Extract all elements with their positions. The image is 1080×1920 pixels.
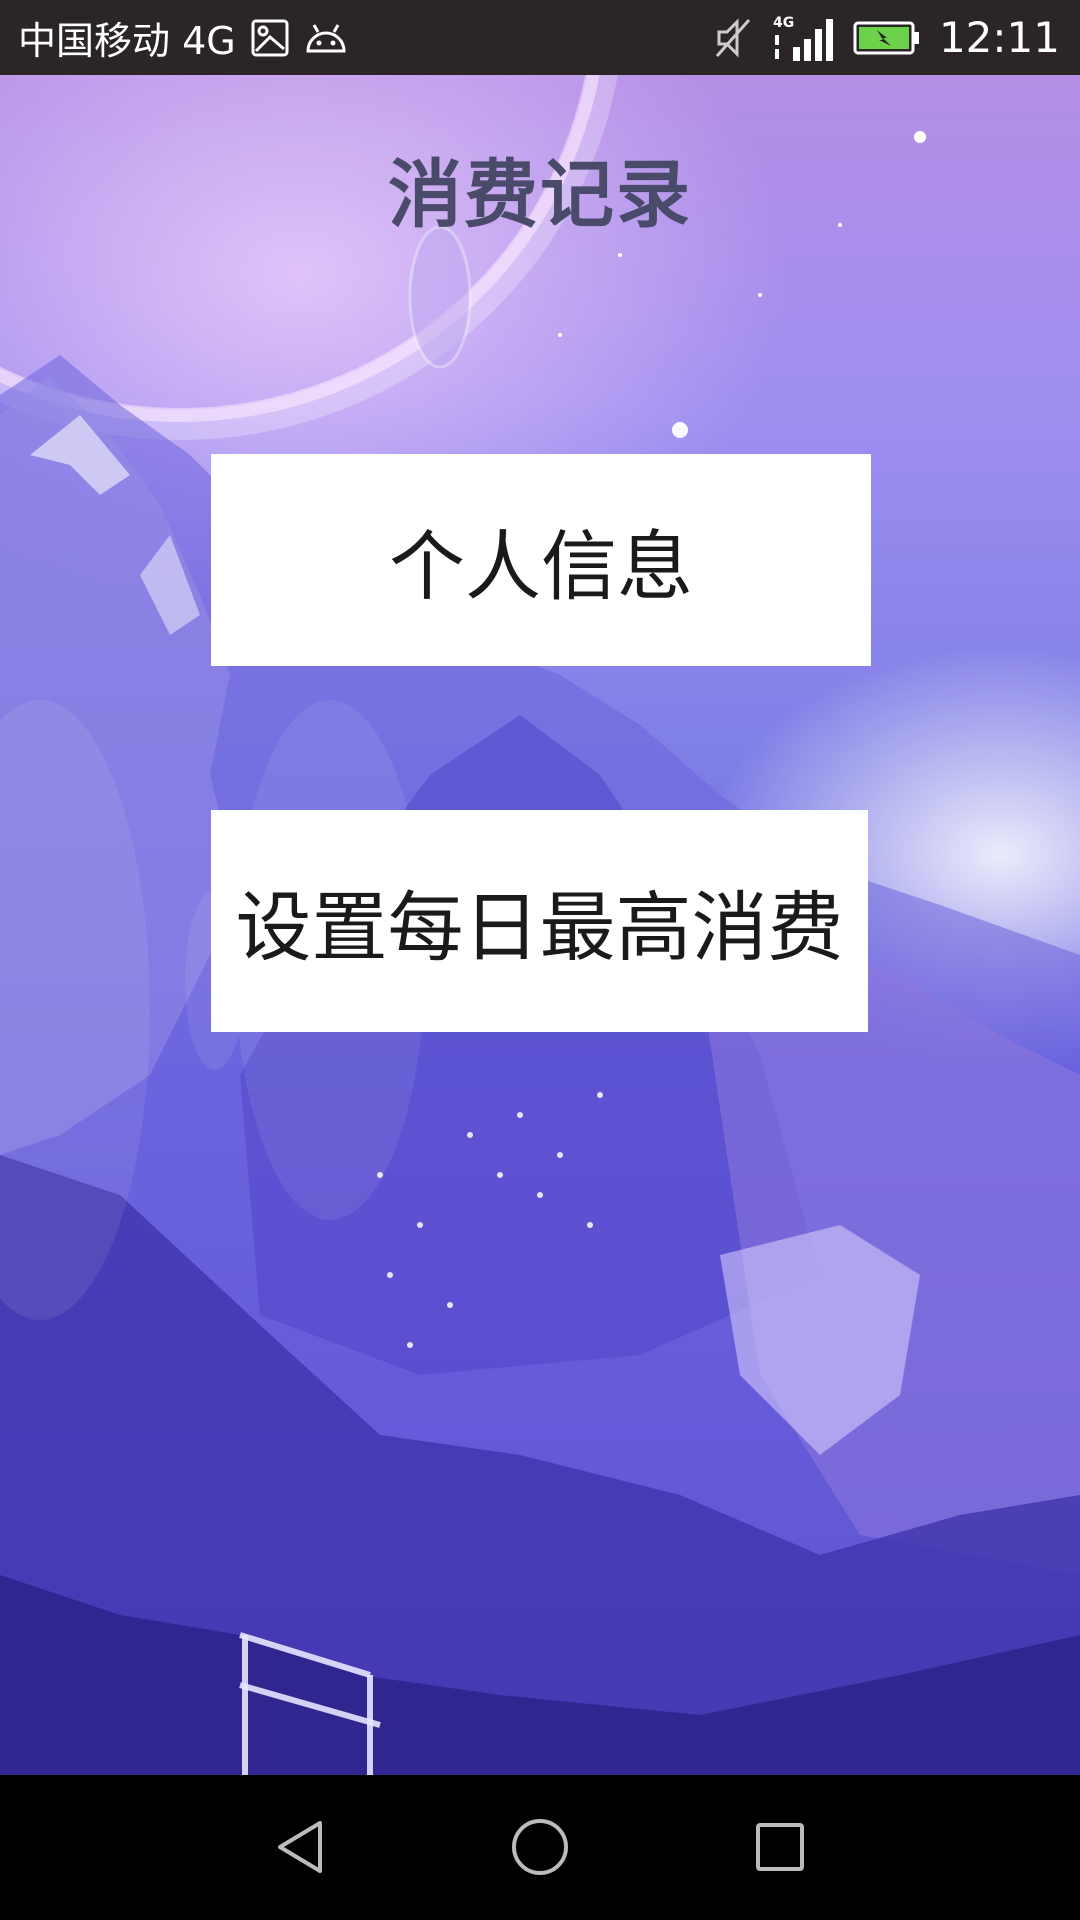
carrier-label: 中国移动 4G [18,19,236,63]
personal-info-button[interactable]: 个人信息 [211,454,871,666]
app-content: 消费记录 个人信息 设置每日最高消费 [0,75,1080,1775]
set-daily-limit-button[interactable]: 设置每日最高消费 [211,810,868,1032]
status-right: 4G 12:11 [713,0,1060,75]
navigation-bar [0,1775,1080,1920]
phone-screen: 中国移动 4G 4G 12:11 消费记录 个人信息 设置每日最高消费 [0,0,1080,1920]
recent-apps-icon [756,1823,804,1871]
back-button[interactable] [250,1797,350,1897]
clock: 12:11 [938,13,1060,62]
status-bar: 中国移动 4G 4G 12:11 [0,0,1080,75]
set-daily-limit-label: 设置每日最高消费 [235,883,844,972]
personal-info-label: 个人信息 [389,522,693,611]
battery-charging-icon [853,20,921,56]
page-title: 消费记录 [388,152,692,238]
recent-apps-button[interactable] [730,1797,830,1897]
home-icon [512,1819,568,1875]
image-notification-icon [250,18,290,58]
status-left: 中国移动 4G [18,0,348,75]
signal-icon: 4G [771,13,835,63]
svg-text:4G: 4G [773,15,794,31]
back-icon [278,1821,322,1873]
android-debug-icon [304,21,348,55]
home-button[interactable] [490,1797,590,1897]
mute-icon [713,16,753,60]
